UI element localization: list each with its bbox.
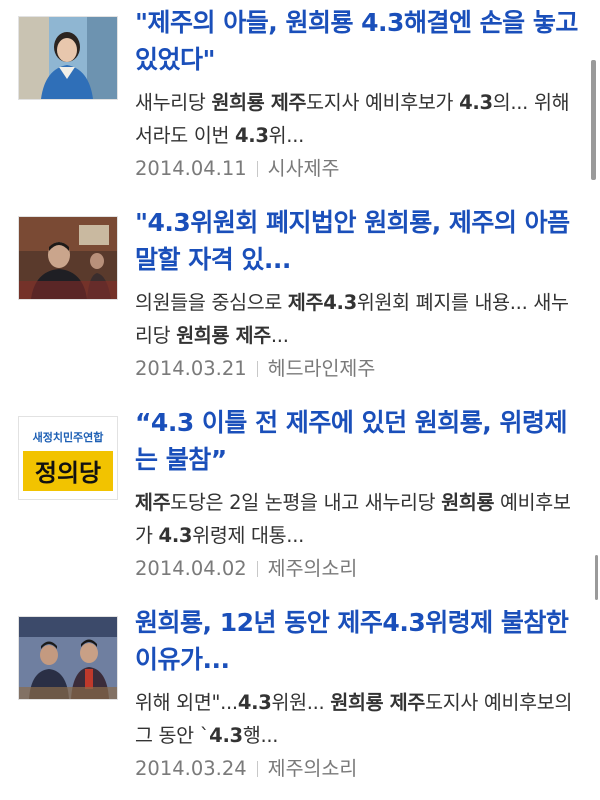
highlight-text: 원희룡 제주: [176, 324, 271, 347]
meta-divider: [256, 361, 258, 377]
highlight-text: 원희룡: [414, 408, 483, 437]
text-run: 이틀 전: [201, 408, 286, 437]
highlight-text: 원희룡, 제주: [364, 208, 494, 237]
news-source[interactable]: 제주의소리: [268, 757, 358, 780]
news-thumbnail[interactable]: [18, 616, 118, 700]
text-run: 위...: [268, 124, 305, 147]
highlight-text: 제주4.3: [337, 608, 426, 637]
text-run: 위원회 폐지법안: [190, 208, 365, 237]
text-run: 위원...: [271, 691, 331, 714]
news-snippet: 제주도당은 2일 논평을 내고 새누리당 원희룡 예비후보가 4.3위령제 대통…: [135, 486, 580, 552]
highlight-text: 4.3: [235, 124, 269, 147]
news-meta: 2014.04.11 시사제주: [135, 154, 339, 184]
highlight-text: 원희룡 제주: [211, 91, 307, 114]
two-men-photo-image: [19, 617, 117, 699]
news-date: 2014.03.24: [135, 757, 247, 780]
highlight-text: 제주: [135, 491, 171, 514]
text-run: 의 아들,: [192, 8, 286, 37]
news-meta: 2014.03.21 헤드라인제주: [135, 354, 375, 384]
text-run: 행...: [242, 724, 279, 747]
text-run: , 12년 동안: [202, 608, 338, 637]
news-date: 2014.03.21: [135, 357, 247, 380]
text-run: 새누리당: [135, 91, 212, 114]
news-item[interactable]: 새정치민주연합 정의당 “4.3 이틀 전 제주에 있던 원희룡, 위령제는 불…: [0, 400, 600, 600]
news-title-link[interactable]: “4.3 이틀 전 제주에 있던 원희룡, 위령제는 불참”: [135, 404, 585, 478]
assembly-photo-image: [19, 217, 117, 299]
party-logo-image: 새정치민주연합 정의당: [19, 417, 117, 499]
text-run: 의원들을 중심으로: [135, 291, 288, 314]
text-run: 도당은 2일 논평을 내고 새누리당: [170, 491, 442, 514]
highlight-text: “4.3: [135, 408, 202, 437]
news-meta: 2014.03.24 제주의소리: [135, 754, 357, 784]
news-title-link[interactable]: "제주의 아들, 원희룡 4.3해결엔 손을 놓고 있었다": [135, 4, 585, 78]
highlight-text: 4.3: [158, 524, 193, 547]
news-source[interactable]: 제주의소리: [268, 557, 358, 580]
news-thumbnail[interactable]: 새정치민주연합 정의당: [18, 416, 118, 500]
text-run: 위해 외면"...: [135, 691, 238, 714]
meta-divider: [256, 161, 258, 177]
news-item[interactable]: "제주의 아들, 원희룡 4.3해결엔 손을 놓고 있었다" 새누리당 원희룡 …: [0, 0, 600, 200]
news-title-link[interactable]: 원희룡, 12년 동안 제주4.3위령제 불참한 이유가...: [135, 604, 585, 678]
news-meta: 2014.04.02 제주의소리: [135, 554, 357, 584]
scrollbar-thumb[interactable]: [591, 60, 596, 180]
text-run: ...: [270, 324, 289, 347]
news-snippet: 새누리당 원희룡 제주도지사 예비후보가 4.3의... 위해서라도 이번 4.…: [135, 86, 580, 152]
party-logo-top-text: 새정치민주연합: [33, 430, 104, 444]
news-snippet: 위해 외면"...4.3위원... 원희룡 제주도지사 예비후보의 그 동안 `…: [135, 686, 580, 752]
highlight-text: 원희룡: [135, 608, 203, 637]
highlight-text: "제주: [135, 8, 193, 37]
news-snippet: 의원들을 중심으로 제주4.3위원회 폐지를 내용... 새누리당 원희룡 제주…: [135, 286, 580, 352]
meta-divider: [256, 761, 258, 777]
highlight-text: 원희룡: [441, 491, 495, 514]
highlight-text: 제주: [285, 408, 332, 437]
woman-portrait-image: [19, 17, 117, 99]
meta-divider: [256, 561, 258, 577]
highlight-text: 원희룡 제주: [330, 691, 426, 714]
news-thumbnail[interactable]: [18, 16, 118, 100]
highlight-text: "4.3: [135, 208, 191, 237]
news-title-link[interactable]: "4.3위원회 폐지법안 원희룡, 제주의 아픔 말할 자격 있...: [135, 204, 585, 278]
news-result-list: "제주의 아들, 원희룡 4.3해결엔 손을 놓고 있었다" 새누리당 원희룡 …: [0, 0, 600, 800]
text-run: 위령제 대통...: [192, 524, 304, 547]
text-run: 도지사 예비후보가: [306, 91, 460, 114]
highlight-text: 제주4.3: [287, 291, 357, 314]
news-source[interactable]: 시사제주: [268, 157, 340, 180]
news-date: 2014.04.11: [135, 157, 247, 180]
news-item[interactable]: 원희룡, 12년 동안 제주4.3위령제 불참한 이유가... 위해 외면"..…: [0, 600, 600, 800]
scrollbar-thumb[interactable]: [595, 555, 598, 600]
highlight-text: 4.3: [209, 724, 243, 747]
news-source[interactable]: 헤드라인제주: [268, 357, 376, 380]
news-date: 2014.04.02: [135, 557, 247, 580]
highlight-text: 4.3: [237, 691, 272, 714]
text-run: 에 있던: [330, 408, 415, 437]
news-item[interactable]: "4.3위원회 폐지법안 원희룡, 제주의 아픔 말할 자격 있... 의원들을…: [0, 200, 600, 400]
news-thumbnail[interactable]: [18, 216, 118, 300]
party-logo-main-text: 정의당: [35, 459, 101, 487]
highlight-text: 4.3: [459, 91, 493, 114]
highlight-text: 원희룡 4.3: [285, 8, 404, 37]
